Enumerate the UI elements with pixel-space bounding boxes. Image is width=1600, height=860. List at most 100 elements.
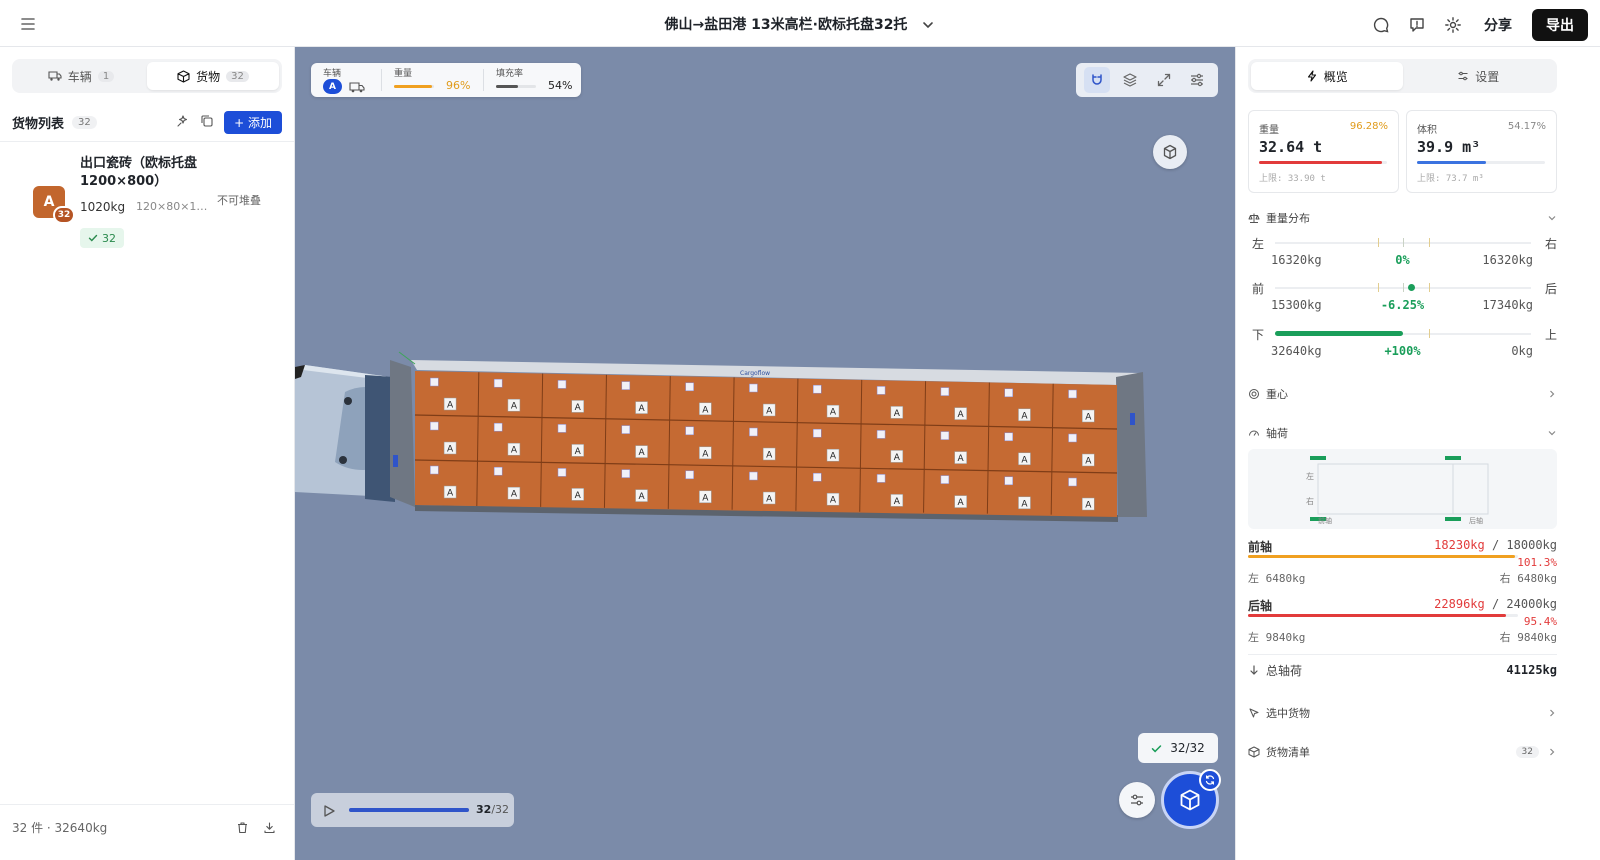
weight-card-fill [1259, 161, 1383, 164]
rear-axle-name: 后轴 [1248, 599, 1273, 613]
cargo-loaded-count: 32 [102, 231, 116, 245]
hamburger-menu-icon[interactable] [18, 14, 38, 34]
3d-viewport[interactable]: A A A A A A A A A A A A A A A A A A A A A A A A A A A A A A A A A Cargof… [295, 47, 1235, 860]
feedback-icon[interactable] [1406, 14, 1428, 36]
weight-card-value: 32.64 t [1259, 138, 1323, 156]
view-cube-icon[interactable] [1153, 135, 1187, 169]
tab-cargo-label: 货物 [196, 69, 221, 84]
right-panel: 概览 设置 重量 96.28% 32.64 t 上限: 33.90 t 体积 5… [1235, 47, 1600, 860]
layers-icon[interactable] [1117, 67, 1143, 93]
axle-load-header[interactable]: 轴荷 [1248, 424, 1557, 442]
front-axle-fill [1248, 555, 1516, 558]
svg-text:A: A [1085, 501, 1092, 511]
chat-icon[interactable] [1370, 14, 1392, 36]
diagram-left-label: 左 [1306, 472, 1314, 481]
volume-card-value: 39.9 m³ [1417, 138, 1481, 156]
svg-text:A: A [702, 493, 709, 503]
svg-text:A: A [894, 453, 901, 463]
svg-text:A: A [702, 449, 709, 459]
cargo-weight: 1020kg [80, 200, 126, 214]
right-tabs: 概览 设置 [1248, 59, 1557, 93]
fullscreen-icon[interactable] [1151, 67, 1177, 93]
tab-overview[interactable]: 概览 [1251, 62, 1403, 90]
rear-axle-left: 左 9840kg [1248, 631, 1306, 644]
scale-icon [1248, 213, 1260, 223]
tab-settings-label: 设置 [1475, 69, 1500, 84]
tab-vehicles[interactable]: 车辆 1 [15, 62, 147, 90]
playback-counter: 32/32 [476, 803, 509, 816]
playback-slider[interactable] [349, 808, 469, 812]
loaded-count: 32/32 [1170, 741, 1205, 755]
front-axle-name: 前轴 [1248, 540, 1273, 554]
front-axle-percent: 101.3% [1517, 556, 1557, 569]
selected-cargo-row[interactable]: 选中货物 [1248, 704, 1557, 722]
play-icon[interactable] [322, 803, 336, 822]
export-button[interactable]: 导出 [1532, 9, 1588, 41]
cursor-icon [1249, 708, 1259, 718]
chevron-right-icon [1550, 709, 1555, 717]
sliders-icon [1458, 71, 1468, 81]
weight-card-limit: 上限: 33.90 t [1259, 174, 1326, 184]
volume-card-fill [1417, 161, 1487, 164]
left-panel: 车辆 1 货物 32 货物列表 32 + 添加 A 32 出口瓷砖（欧标托盘12… [0, 47, 295, 860]
chevron-down-icon[interactable] [921, 17, 935, 31]
front-axle-left: 左 6480kg [1248, 572, 1306, 585]
weight-label: 重量 [394, 69, 413, 79]
svg-text:A: A [958, 410, 965, 420]
front-rear-marker [1407, 284, 1415, 291]
left-label: 左 [1252, 237, 1265, 251]
tab-overview-label: 概览 [1323, 69, 1348, 84]
weight-distribution-title: 重量分布 [1266, 212, 1310, 225]
cargo-list-label: 货物清单 [1266, 746, 1310, 759]
svg-text:A: A [638, 492, 645, 502]
vehicle-a-chip[interactable]: A [323, 79, 342, 94]
truck-icon[interactable] [349, 79, 365, 98]
top-label: 上 [1544, 328, 1557, 342]
lightning-icon [1307, 70, 1316, 82]
viewport-toolbar [1076, 63, 1218, 97]
front-axle-value: 18230kg / 18000kg [1434, 538, 1557, 552]
tab-cargo-count: 32 [226, 70, 249, 82]
cargo-list-title: 货物列表 [12, 116, 65, 132]
cargo-summary: 32 件 · 32640kg [12, 821, 108, 835]
distribution-row-left-right: 左 右 16320kg 0% 16320kg [1248, 235, 1557, 275]
tab-cargo[interactable]: 货物 32 [147, 62, 279, 90]
rear-label: 后 [1544, 282, 1557, 296]
trash-icon[interactable] [236, 819, 249, 838]
magnet-snap-icon[interactable] [1083, 67, 1110, 93]
truck-3d-scene[interactable]: A A A A A A A A A A A A A A A A A A A A A A A A A A A A A A A A A Cargof… [295, 47, 1235, 860]
auto-arrange-icon[interactable] [176, 113, 190, 132]
refresh-icon[interactable] [1199, 769, 1221, 791]
cargo-stackable-status: 不可堆叠 [217, 194, 261, 207]
rear-axle-row: 后轴 22896kg / 24000kg 95.4% 左 9840kg 右 98… [1248, 597, 1557, 647]
sliders-icon[interactable] [1184, 67, 1210, 93]
playback-progress-fill [349, 808, 469, 812]
svg-text:A: A [766, 451, 773, 461]
cargo-list-item[interactable]: A 32 出口瓷砖（欧标托盘1200×800） 1020kg 120×80×1…… [12, 155, 282, 255]
svg-text:A: A [575, 447, 582, 457]
distribution-row-front-rear: 前 后 15300kg -6.25% 17340kg [1248, 280, 1557, 320]
svg-text:A: A [894, 497, 901, 507]
volume-card-limit: 上限: 73.7 m³ [1417, 174, 1484, 184]
download-icon[interactable] [263, 819, 276, 838]
center-of-gravity-row[interactable]: 重心 [1248, 385, 1557, 403]
settings-gear-icon[interactable] [1442, 14, 1464, 36]
cargo-list-badge: 32 [1515, 746, 1539, 758]
truck-icon [48, 71, 62, 81]
tab-settings[interactable]: 设置 [1403, 62, 1555, 90]
weight-distribution-header[interactable]: 重量分布 [1248, 209, 1557, 227]
total-axle-load-label: 总轴荷 [1266, 663, 1303, 678]
rear-axle-limit: / 24000kg [1484, 597, 1557, 611]
cargo-list-row[interactable]: 货物清单 32 [1248, 743, 1557, 761]
share-button[interactable]: 分享 [1478, 11, 1518, 39]
filter-settings-button[interactable] [1119, 782, 1155, 818]
svg-text:A: A [638, 448, 645, 458]
tab-vehicles-label: 车辆 [67, 69, 92, 84]
add-cargo-button[interactable]: + 添加 [224, 110, 282, 134]
svg-text:A: A [766, 407, 773, 417]
svg-text:A: A [1085, 413, 1092, 423]
playback-current: 32 [476, 803, 492, 816]
chevron-right-icon [1550, 748, 1555, 756]
plan-title[interactable]: 佛山→盐田港 13米高栏·欧标托盘32托 [665, 14, 908, 34]
duplicate-icon[interactable] [200, 113, 214, 132]
